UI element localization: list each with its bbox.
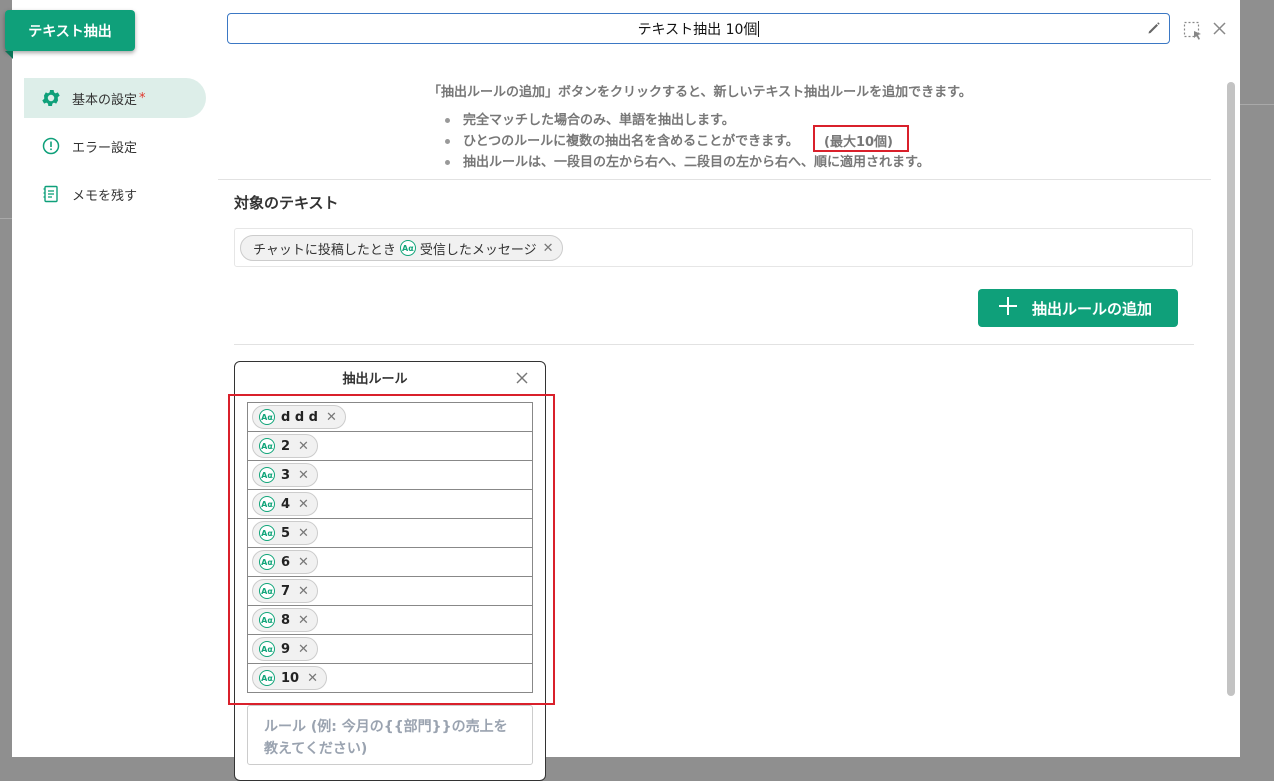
rule-card-title: 抽出ルール: [342, 372, 408, 387]
sidebar-item-basic-settings[interactable]: 基本の設定 *: [24, 78, 206, 118]
scrollbar[interactable]: [1227, 82, 1235, 696]
rule-input[interactable]: ルール (例: 今月の{{部門}}の売上を教えてください): [247, 705, 533, 765]
required-mark: *: [139, 90, 146, 106]
target-text-token[interactable]: チャットに投稿したとき Aα 受信したメッセージ ✕: [240, 235, 563, 261]
badge-tail: [5, 51, 13, 59]
highlight-box-rule-list: [228, 394, 555, 705]
info-intro: 「抽出ルールの追加」ボタンをクリックすると、新しいテキスト抽出ルールを追加できま…: [428, 85, 972, 100]
add-extraction-rule-label: 抽出ルールの追加: [1032, 299, 1153, 318]
gear-icon: [40, 87, 62, 109]
alert-circle-icon: [40, 135, 62, 157]
section-title-target-text: 対象のテキスト: [234, 194, 339, 212]
background-overlay: [1240, 0, 1274, 757]
info-bullet: 抽出ルールは、一段目の左から右へ、二段目の左から右へ、順に適用されます。: [441, 152, 930, 173]
sidebar-item-label: メモを残す: [72, 188, 138, 204]
plus-icon: [998, 296, 1018, 320]
close-icon[interactable]: [515, 370, 529, 389]
token-field-label: 受信したメッセージ: [419, 242, 537, 258]
sidebar: 基本の設定 * エラー設定 メモを残す: [24, 78, 206, 222]
sidebar-item-error-settings[interactable]: エラー設定: [24, 126, 206, 166]
divider: [218, 179, 1211, 180]
background-divider: [0, 218, 12, 219]
text-caret: [758, 20, 760, 37]
text-type-icon: Aα: [399, 240, 416, 256]
sidebar-item-label: エラー設定: [72, 140, 138, 156]
memo-icon: [40, 183, 62, 205]
remove-token-icon[interactable]: ✕: [543, 241, 554, 256]
title-input-value: テキスト抽出 10個: [637, 21, 758, 38]
pencil-icon[interactable]: [1147, 21, 1161, 39]
select-area-icon[interactable]: [1183, 21, 1203, 45]
sidebar-item-memo[interactable]: メモを残す: [24, 174, 206, 214]
divider: [234, 344, 1194, 345]
node-type-badge: テキスト抽出: [5, 10, 135, 51]
sidebar-item-label: 基本の設定: [72, 92, 138, 108]
add-extraction-rule-button[interactable]: 抽出ルールの追加: [978, 289, 1178, 327]
highlight-box-max-note: [813, 125, 909, 152]
close-icon[interactable]: [1211, 20, 1229, 42]
token-source-label: チャットに投稿したとき: [253, 242, 396, 258]
title-input[interactable]: テキスト抽出 10個: [227, 13, 1170, 44]
